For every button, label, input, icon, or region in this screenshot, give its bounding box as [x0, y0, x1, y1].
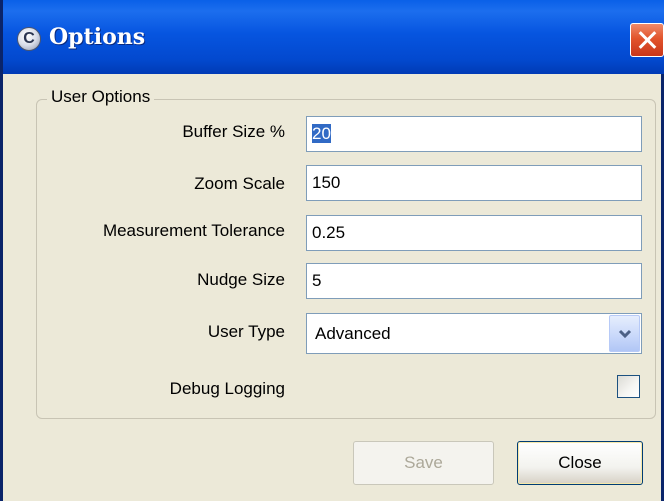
save-button[interactable]: Save: [353, 441, 494, 485]
nudge-size-input[interactable]: 5: [306, 263, 642, 299]
close-icon[interactable]: [630, 23, 664, 57]
chevron-down-icon[interactable]: [609, 315, 640, 352]
options-dialog: C Options User Options Buffer Size % 20 …: [0, 0, 664, 501]
user-type-label: User Type: [207, 322, 285, 341]
buffer-size-label: Buffer Size %: [182, 122, 285, 141]
group-title: User Options: [47, 87, 155, 107]
buffer-size-input[interactable]: 20: [306, 116, 642, 152]
user-type-value: Advanced: [315, 324, 391, 343]
user-type-select[interactable]: Advanced: [306, 313, 642, 354]
nudge-size-label: Nudge Size: [197, 270, 285, 289]
close-button[interactable]: Close: [517, 441, 643, 485]
zoom-scale-label: Zoom Scale: [194, 174, 285, 193]
measurement-tolerance-label: Measurement Tolerance: [102, 221, 285, 240]
debug-logging-checkbox[interactable]: [617, 375, 640, 398]
title-bar[interactable]: C Options: [3, 0, 664, 74]
debug-logging-label: Debug Logging: [169, 379, 285, 398]
measurement-tolerance-input[interactable]: 0.25: [306, 215, 642, 251]
window-title: Options: [49, 24, 146, 50]
app-logo-icon: C: [17, 27, 41, 51]
zoom-scale-input[interactable]: 150: [306, 165, 642, 201]
